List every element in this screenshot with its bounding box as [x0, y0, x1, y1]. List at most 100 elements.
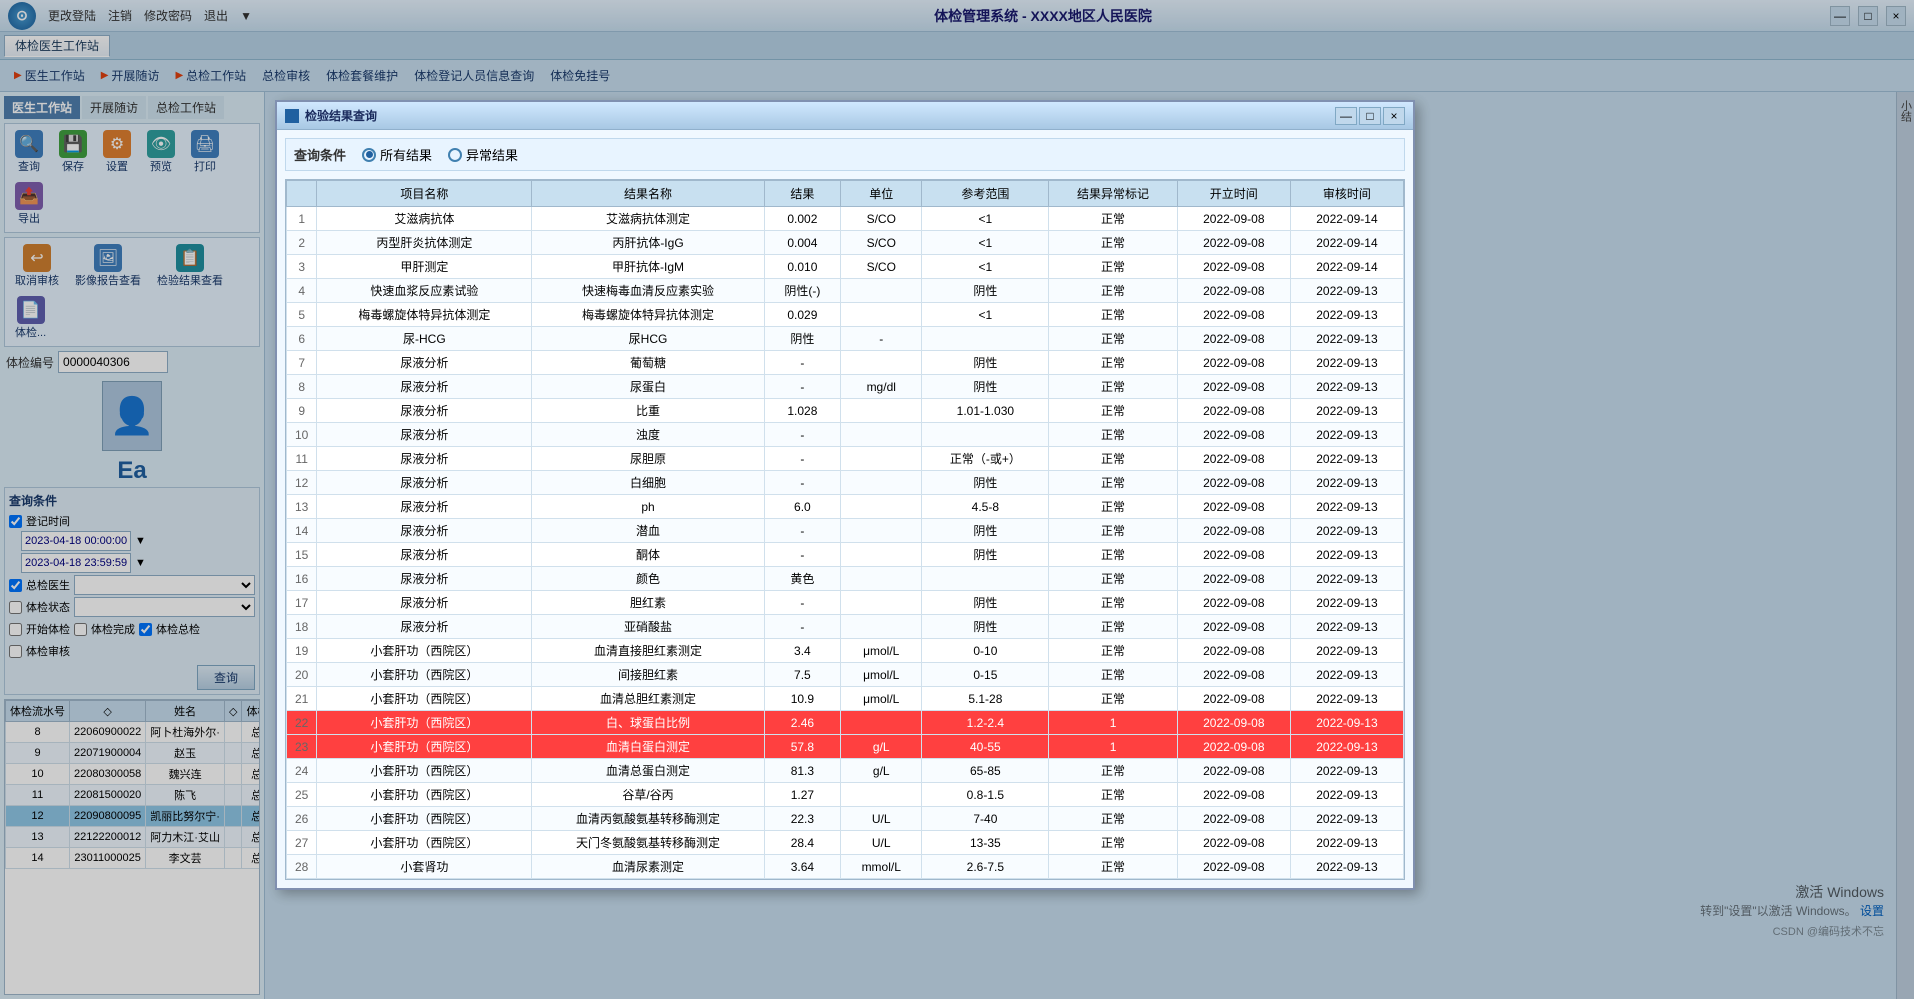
- cell-ref: 阴性: [922, 519, 1049, 543]
- radio-all-results[interactable]: 所有结果: [362, 145, 432, 164]
- cell-open-time: 2022-09-08: [1177, 399, 1290, 423]
- table-row[interactable]: 10 尿液分析 浊度 - 正常 2022-09-08 2022-09-13: [287, 423, 1404, 447]
- cell-result: 57.8: [764, 735, 840, 759]
- cell-result-name: 颜色: [532, 567, 764, 591]
- table-row[interactable]: 5 梅毒螺旋体特异抗体测定 梅毒螺旋体特异抗体测定 0.029 <1 正常 20…: [287, 303, 1404, 327]
- cell-ref: 阴性: [922, 615, 1049, 639]
- cell-row-num: 14: [287, 519, 317, 543]
- dialog-close-btn[interactable]: ×: [1383, 107, 1405, 125]
- cell-flag: 正常: [1049, 855, 1177, 879]
- cell-ref: <1: [922, 303, 1049, 327]
- dialog-minimize-btn[interactable]: —: [1335, 107, 1357, 125]
- table-row[interactable]: 11 尿液分析 尿胆原 - 正常（-或+） 正常 2022-09-08 2022…: [287, 447, 1404, 471]
- table-row[interactable]: 25 小套肝功（西院区） 谷草/谷丙 1.27 0.8-1.5 正常 2022-…: [287, 783, 1404, 807]
- dialog-maximize-btn[interactable]: □: [1359, 107, 1381, 125]
- cell-ref: 阴性: [922, 375, 1049, 399]
- cell-unit: mg/dl: [841, 375, 922, 399]
- table-row[interactable]: 3 甲肝测定 甲肝抗体-IgM 0.010 S/CO <1 正常 2022-09…: [287, 255, 1404, 279]
- cell-row-num: 15: [287, 543, 317, 567]
- table-row[interactable]: 21 小套肝功（西院区） 血清总胆红素测定 10.9 μmol/L 5.1-28…: [287, 687, 1404, 711]
- table-row[interactable]: 1 艾滋病抗体 艾滋病抗体测定 0.002 S/CO <1 正常 2022-09…: [287, 207, 1404, 231]
- cell-open-time: 2022-09-08: [1177, 807, 1290, 831]
- cell-item: 快速血浆反应素试验: [317, 279, 532, 303]
- radio-all-label: 所有结果: [380, 145, 432, 164]
- cell-ref: <1: [922, 207, 1049, 231]
- cell-item: 尿液分析: [317, 351, 532, 375]
- cell-result-name: ph: [532, 495, 764, 519]
- cell-result-name: 葡萄糖: [532, 351, 764, 375]
- cell-open-time: 2022-09-08: [1177, 591, 1290, 615]
- table-row[interactable]: 19 小套肝功（西院区） 血清直接胆红素测定 3.4 μmol/L 0-10 正…: [287, 639, 1404, 663]
- table-row[interactable]: 27 小套肝功（西院区） 天门冬氨酸氨基转移酶测定 28.4 U/L 13-35…: [287, 831, 1404, 855]
- cell-result-name: 艾滋病抗体测定: [532, 207, 764, 231]
- table-row[interactable]: 7 尿液分析 葡萄糖 - 阴性 正常 2022-09-08 2022-09-13: [287, 351, 1404, 375]
- dialog-window-controls: — □ ×: [1335, 107, 1405, 125]
- cell-item: 梅毒螺旋体特异抗体测定: [317, 303, 532, 327]
- result-table-wrap[interactable]: 项目名称 结果名称 结果 单位 参考范围 结果异常标记 开立时间 审核时间 1 …: [285, 179, 1405, 880]
- cell-unit: g/L: [841, 759, 922, 783]
- table-row[interactable]: 4 快速血浆反应素试验 快速梅毒血清反应素实验 阴性(-) 阴性 正常 2022…: [287, 279, 1404, 303]
- cell-unit: S/CO: [841, 231, 922, 255]
- table-row[interactable]: 9 尿液分析 比重 1.028 1.01-1.030 正常 2022-09-08…: [287, 399, 1404, 423]
- cell-result: 3.64: [764, 855, 840, 879]
- cell-item: 小套肾功: [317, 855, 532, 879]
- cell-row-num: 4: [287, 279, 317, 303]
- cell-unit: S/CO: [841, 207, 922, 231]
- table-row[interactable]: 14 尿液分析 潜血 - 阴性 正常 2022-09-08 2022-09-13: [287, 519, 1404, 543]
- table-row[interactable]: 24 小套肝功（西院区） 血清总蛋白测定 81.3 g/L 65-85 正常 2…: [287, 759, 1404, 783]
- table-row[interactable]: 28 小套肾功 血清尿素测定 3.64 mmol/L 2.6-7.5 正常 20…: [287, 855, 1404, 879]
- cell-row-num: 23: [287, 735, 317, 759]
- cell-review-time: 2022-09-13: [1290, 591, 1403, 615]
- cell-unit: [841, 615, 922, 639]
- cell-open-time: 2022-09-08: [1177, 447, 1290, 471]
- cell-open-time: 2022-09-08: [1177, 855, 1290, 879]
- table-row[interactable]: 18 尿液分析 亚硝酸盐 - 阴性 正常 2022-09-08 2022-09-…: [287, 615, 1404, 639]
- cell-ref: 40-55: [922, 735, 1049, 759]
- cell-open-time: 2022-09-08: [1177, 423, 1290, 447]
- cell-flag: 正常: [1049, 255, 1177, 279]
- cell-review-time: 2022-09-13: [1290, 615, 1403, 639]
- cell-flag: 正常: [1049, 615, 1177, 639]
- col-result-name: 结果名称: [532, 181, 764, 207]
- cell-ref: <1: [922, 255, 1049, 279]
- cell-result: 阴性(-): [764, 279, 840, 303]
- cell-review-time: 2022-09-13: [1290, 351, 1403, 375]
- table-row[interactable]: 8 尿液分析 尿蛋白 - mg/dl 阴性 正常 2022-09-08 2022…: [287, 375, 1404, 399]
- col-review-time: 审核时间: [1290, 181, 1403, 207]
- cell-item: 小套肝功（西院区）: [317, 663, 532, 687]
- table-row[interactable]: 13 尿液分析 ph 6.0 4.5-8 正常 2022-09-08 2022-…: [287, 495, 1404, 519]
- cell-flag: 正常: [1049, 399, 1177, 423]
- cell-ref: 阴性: [922, 279, 1049, 303]
- table-row[interactable]: 16 尿液分析 颜色 黄色 正常 2022-09-08 2022-09-13: [287, 567, 1404, 591]
- radio-abnormal-dot: [448, 148, 462, 162]
- cell-flag: 正常: [1049, 351, 1177, 375]
- cell-row-num: 25: [287, 783, 317, 807]
- cell-flag: 正常: [1049, 231, 1177, 255]
- table-row[interactable]: 15 尿液分析 酮体 - 阴性 正常 2022-09-08 2022-09-13: [287, 543, 1404, 567]
- cell-row-num: 17: [287, 591, 317, 615]
- cell-flag: 正常: [1049, 543, 1177, 567]
- cell-result-name: 血清总胆红素测定: [532, 687, 764, 711]
- cell-open-time: 2022-09-08: [1177, 639, 1290, 663]
- cell-ref: 0-15: [922, 663, 1049, 687]
- table-row[interactable]: 12 尿液分析 白细胞 - 阴性 正常 2022-09-08 2022-09-1…: [287, 471, 1404, 495]
- cell-open-time: 2022-09-08: [1177, 327, 1290, 351]
- cell-unit: -: [841, 327, 922, 351]
- radio-abnormal-results[interactable]: 异常结果: [448, 145, 518, 164]
- table-row[interactable]: 23 小套肝功（西院区） 血清白蛋白测定 57.8 g/L 40-55 1 20…: [287, 735, 1404, 759]
- table-row[interactable]: 17 尿液分析 胆红素 - 阴性 正常 2022-09-08 2022-09-1…: [287, 591, 1404, 615]
- lab-result-dialog: 检验结果查询 — □ × 查询条件 所有结果 异常结果: [275, 100, 1415, 890]
- cell-result-name: 胆红素: [532, 591, 764, 615]
- cell-row-num: 22: [287, 711, 317, 735]
- cell-row-num: 19: [287, 639, 317, 663]
- table-row[interactable]: 6 尿-HCG 尿HCG 阴性 - 正常 2022-09-08 2022-09-…: [287, 327, 1404, 351]
- cell-open-time: 2022-09-08: [1177, 495, 1290, 519]
- table-row[interactable]: 20 小套肝功（西院区） 间接胆红素 7.5 μmol/L 0-15 正常 20…: [287, 663, 1404, 687]
- table-row[interactable]: 2 丙型肝炎抗体测定 丙肝抗体-IgG 0.004 S/CO <1 正常 202…: [287, 231, 1404, 255]
- cell-review-time: 2022-09-13: [1290, 423, 1403, 447]
- cell-flag: 正常: [1049, 327, 1177, 351]
- cell-review-time: 2022-09-13: [1290, 663, 1403, 687]
- table-row[interactable]: 26 小套肝功（西院区） 血清丙氨酸氨基转移酶测定 22.3 U/L 7-40 …: [287, 807, 1404, 831]
- table-row[interactable]: 22 小套肝功（西院区） 白、球蛋白比例 2.46 1.2-2.4 1 2022…: [287, 711, 1404, 735]
- cell-result-name: 天门冬氨酸氨基转移酶测定: [532, 831, 764, 855]
